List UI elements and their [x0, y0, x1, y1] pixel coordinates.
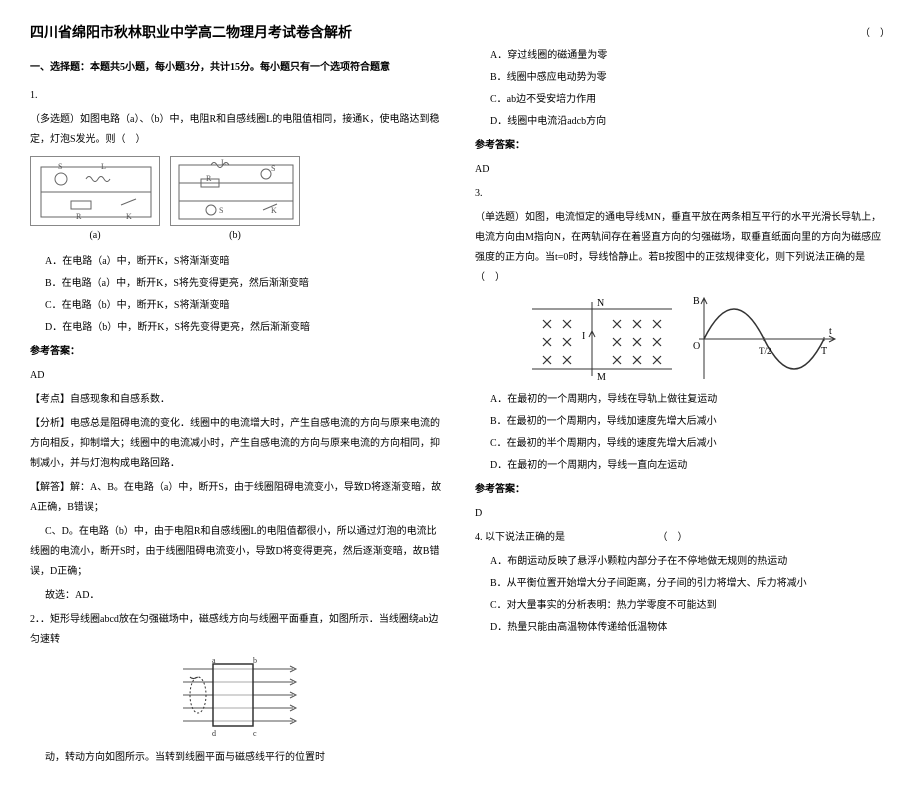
q3-ans: D [475, 504, 890, 524]
q2-opt-d: D．线圈中电流沿adcb方向 [490, 112, 890, 132]
q3-t-label: T [821, 346, 827, 357]
left-column: 四川省绵阳市秋林职业中学高二物理月考试卷含解析 一、选择题：本题共5小题，每小题… [30, 20, 445, 772]
doc-title: 四川省绵阳市秋林职业中学高二物理月考试卷含解析 [30, 20, 445, 48]
circuit-b-s2: S [219, 203, 223, 219]
q4-paren: （ ） [658, 532, 688, 543]
svg-text:b: b [253, 656, 257, 665]
page-root: 四川省绵阳市秋林职业中学高二物理月考试卷含解析 一、选择题：本题共5小题，每小题… [30, 20, 890, 772]
q2-opt-c: C．ab边不受安培力作用 [490, 90, 890, 110]
q3-b-label: B [693, 296, 700, 307]
q3-num: 3. [475, 184, 890, 204]
q3-opt-d: D．在最初的一个周期内，导线一直向左运动 [490, 456, 890, 476]
circuit-a-r-label: R [76, 209, 81, 225]
q1-tag3-label: 【解答】 [30, 482, 70, 493]
circuit-a-k-label: K [126, 209, 132, 225]
q2-paren-text: （ ） [860, 24, 890, 44]
circuit-b-l: L [221, 155, 226, 171]
svg-text:d: d [212, 729, 216, 738]
q1-opt-b: B．在电路（a）中，断开K，S将先变得更亮，然后渐渐变暗 [45, 274, 445, 294]
circuit-b: L R S S K (b) [170, 156, 300, 246]
circuit-b-k: K [271, 203, 277, 219]
q2-opt-a: A．穿过线圈的磁通量为零 [490, 46, 890, 66]
circuit-a-s-label: S [58, 159, 62, 175]
q1-ans-label: 参考答案： [30, 342, 445, 362]
q4-opt-c: C．对大量事实的分析表明：热力学零度不可能达到 [490, 596, 890, 616]
q2-stem2: 动，转动方向如图所示。当转到线圈平面与磁感线平行的位置时 [30, 748, 445, 768]
q1-tag3-1: 【解答】解：A、B。在电路（a）中，断开S，由于线圈阻碍电流变小，导致D将逐渐变… [30, 478, 445, 518]
q2-stem1: ．矩形导线圈abcd放在匀强磁场中，磁感线方向与线圈平面垂直，如图所示．当线圈绕… [30, 614, 438, 645]
q2-figure: a b d c [168, 654, 308, 744]
svg-text:c: c [253, 729, 257, 738]
q3-ans-label: 参考答案： [475, 480, 890, 500]
q1-tag1: 【考点】自感现象和自感系数． [30, 390, 445, 410]
circuit-a: S L R K (a) [30, 156, 160, 246]
q1-tag3-2: C、D。在电路（b）中，由于电阻R和自感线圈L的电阻值都很小，所以通过灯泡的电流… [30, 522, 445, 582]
circuit-b-r: R [206, 171, 211, 187]
q3-field-figure: N I M [527, 294, 677, 384]
q2-ans: AD [475, 160, 890, 180]
q1-circuits: S L R K (a) [30, 156, 445, 246]
q3-o-label: O [693, 341, 700, 352]
q3-t2-label: T/2 [759, 346, 772, 356]
q4-row: 4. 以下说法正确的是 （ ） [475, 528, 890, 548]
circuit-b-sub: (b) [170, 226, 300, 246]
q1-tag2-text: 电感总是阻碍电流的变化．线圈中的电流增大时，产生自感电流的方向与原来电流的方向相… [30, 418, 440, 469]
q1-opt-c: C．在电路（b）中，断开K，S将渐渐变暗 [45, 296, 445, 316]
q3-n-label: N [597, 298, 604, 309]
q1-tag2-label: 【分析】 [30, 418, 70, 429]
right-column: （ ） A．穿过线圈的磁通量为零 B．线圈中感应电动势为零 C．ab边不受安培力… [475, 20, 890, 772]
circuit-a-sub: (a) [30, 226, 160, 246]
q3-sine-figure: B O T/2 T t [689, 294, 839, 384]
q4-opt-d: D．热量只能由高温物体传递给低温物体 [490, 618, 890, 638]
q1-ans: AD [30, 366, 445, 386]
q3-m-label: M [597, 372, 606, 383]
circuit-b-s: S [271, 161, 275, 177]
q2-opt-b: B．线圈中感应电动势为零 [490, 68, 890, 88]
q1-tag3-3: 故选：AD． [30, 586, 445, 606]
q3-stem: （单选题）如图，电流恒定的通电导线MN，垂直平放在两条相互平行的水平光滑长导轨上… [475, 208, 890, 288]
q3-opt-b: B．在最初的一个周期内，导线加速度先增大后减小 [490, 412, 890, 432]
q3-opt-c: C．在最初的半个周期内，导线的速度先增大后减小 [490, 434, 890, 454]
q1-opt-d: D．在电路（b）中，断开K，S将先变得更亮，然后渐渐变暗 [45, 318, 445, 338]
q1-stem: （多选题）如图电路（a）、（b）中，电阻R和自感线圈L的电阻值相同，接通K，使电… [30, 110, 445, 150]
q2-num: 2． [30, 614, 40, 625]
q2-ans-label: 参考答案： [475, 136, 890, 156]
svg-text:a: a [212, 656, 216, 665]
q1-opt-a: A．在电路（a）中，断开K，S将渐渐变暗 [45, 252, 445, 272]
q3-figures: N I M B O T/2 T [475, 294, 890, 384]
q4-opt-b: B．从平衡位置开始增大分子间距离，分子间的引力将增大、斥力将减小 [490, 574, 890, 594]
q1-tag1-label: 【考点】 [30, 394, 70, 405]
q1-tag2: 【分析】电感总是阻碍电流的变化．线圈中的电流增大时，产生自感电流的方向与原来电流… [30, 414, 445, 474]
circuit-a-l-label: L [101, 159, 106, 175]
q4-opt-a: A．布朗运动反映了悬浮小颗粒内部分子在不停地做无规则的热运动 [490, 552, 890, 572]
q4-stem: 以下说法正确的是 [485, 532, 565, 543]
q1-tag3-text1: 解：A、B。在电路（a）中，断开S，由于线圈阻碍电流变小，导致D将逐渐变暗，故A… [30, 482, 441, 513]
section-1-header: 一、选择题：本题共5小题，每小题3分，共计15分。每小题只有一个选项符合题意 [30, 58, 445, 78]
q1-tag1-text: 自感现象和自感系数． [70, 394, 170, 405]
q2-row1: 2．．矩形导线圈abcd放在匀强磁场中，磁感线方向与线圈平面垂直，如图所示．当线… [30, 610, 445, 650]
q3-i-label: I [582, 331, 585, 342]
q4-num: 4. [475, 532, 483, 543]
q3-taxis-label: t [829, 326, 832, 337]
q1-num: 1. [30, 86, 445, 106]
q3-opt-a: A．在最初的一个周期内，导线在导轨上做往复运动 [490, 390, 890, 410]
